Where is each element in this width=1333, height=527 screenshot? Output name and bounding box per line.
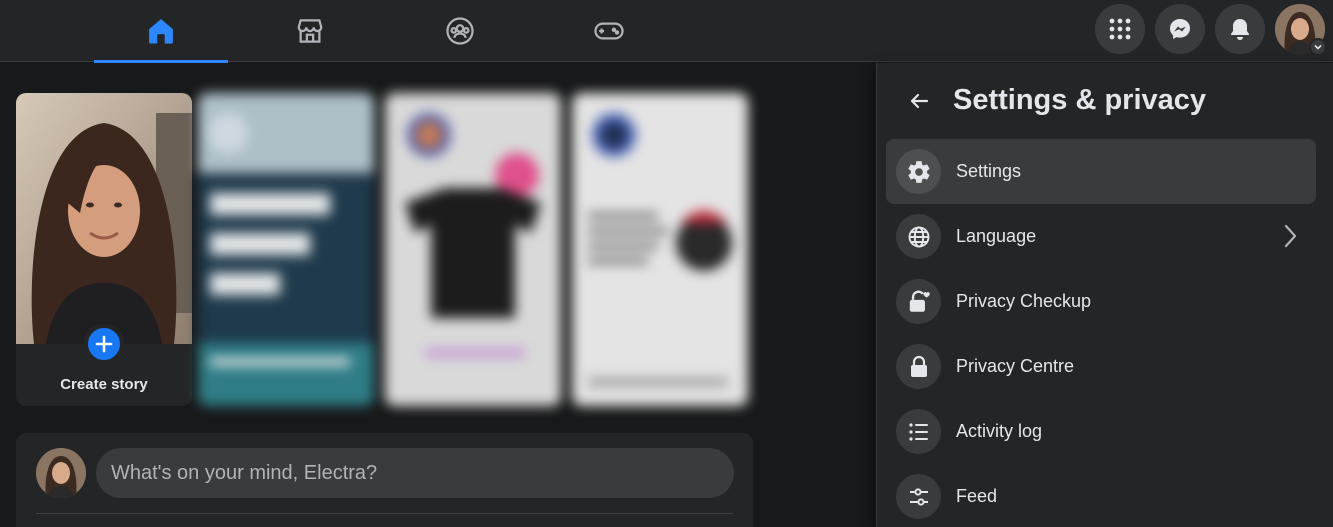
menu-icon-wrap	[896, 214, 941, 259]
settings-privacy-panel: Settings & privacy Settings Language Pri…	[876, 63, 1333, 527]
story-thumbnail	[385, 93, 561, 406]
menu-item-label: Language	[956, 226, 1037, 246]
composer-divider	[36, 513, 733, 514]
tab-gaming[interactable]	[542, 0, 676, 62]
create-story-button[interactable]	[84, 324, 124, 364]
menu-icon-wrap	[896, 149, 941, 194]
lock-icon	[910, 355, 927, 377]
arrow-left-icon	[910, 93, 929, 109]
notifications-button[interactable]	[1215, 4, 1265, 54]
avatar-photo	[36, 448, 86, 498]
menu-button[interactable]	[1095, 4, 1145, 54]
story-card[interactable]	[572, 93, 748, 406]
plus-icon	[95, 335, 113, 353]
menu-grid-icon	[1109, 18, 1131, 40]
story-card[interactable]	[198, 93, 374, 406]
lock-heart-icon	[909, 290, 930, 312]
menu-item-privacy-checkup[interactable]: Privacy Checkup	[886, 269, 1316, 334]
notifications-icon	[1231, 19, 1249, 40]
menu-item-settings[interactable]: Settings	[886, 139, 1316, 204]
create-story-photo	[16, 93, 192, 344]
tab-marketplace[interactable]	[243, 0, 377, 62]
avatar[interactable]	[36, 448, 86, 498]
submenu-arrow	[1276, 222, 1304, 250]
gaming-icon	[594, 22, 624, 40]
account-caret[interactable]	[1309, 38, 1327, 56]
whats-on-your-mind-input[interactable]: What's on your mind, Electra?	[96, 448, 734, 498]
story-card[interactable]	[385, 93, 561, 406]
menu-item-feed[interactable]: Feed	[886, 464, 1316, 527]
tab-home[interactable]	[94, 0, 228, 63]
top-navigation-bar	[0, 0, 1333, 63]
list-icon	[908, 422, 928, 441]
chevron-down-icon	[1314, 44, 1322, 50]
story-thumbnail	[572, 93, 748, 406]
menu-item-label: Feed	[956, 486, 998, 506]
globe-icon	[908, 226, 929, 247]
groups-icon	[446, 17, 474, 45]
menu-item-privacy-centre[interactable]: Privacy Centre	[886, 334, 1316, 399]
profile-photo	[16, 93, 192, 344]
menu-item-label: Settings	[956, 161, 1022, 181]
messenger-button[interactable]	[1155, 4, 1205, 54]
story-thumbnail	[198, 93, 374, 406]
menu-icon-wrap	[896, 344, 941, 389]
menu-icon-wrap	[896, 279, 941, 324]
create-story-label: Create story	[60, 376, 148, 393]
create-story-card[interactable]: Create story	[16, 93, 192, 406]
tab-groups[interactable]	[393, 0, 527, 62]
menu-item-language[interactable]: Language	[886, 204, 1316, 269]
panel-title: Settings & privacy	[953, 84, 1207, 116]
menu-item-label: Privacy Centre	[956, 356, 1075, 376]
gear-icon	[907, 160, 929, 183]
chevron-right-icon	[1284, 224, 1297, 248]
menu-item-activity-log[interactable]: Activity log	[886, 399, 1316, 464]
post-composer: What's on your mind, Electra?	[16, 433, 753, 527]
menu-icon-wrap	[896, 409, 941, 454]
messenger-icon	[1170, 19, 1190, 39]
marketplace-icon	[297, 19, 323, 43]
menu-icon-wrap	[896, 474, 941, 519]
back-button[interactable]	[901, 83, 937, 119]
home-icon	[149, 19, 173, 44]
menu-item-label: Privacy Checkup	[956, 291, 1092, 311]
menu-item-label: Activity log	[956, 421, 1043, 441]
sliders-icon	[909, 487, 928, 506]
